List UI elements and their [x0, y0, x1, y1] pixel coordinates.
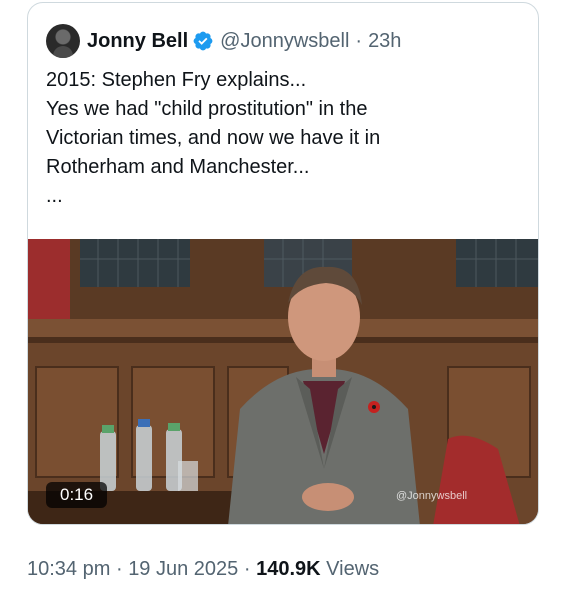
tweet-meta-row: 10:34 pm · 19 Jun 2025 · 140.9K Views — [27, 558, 379, 581]
meta-separator: · — [115, 558, 123, 580]
author-avatar[interactable] — [46, 24, 80, 58]
tweet-text-line: Victorian times, and now we have it in — [46, 127, 381, 149]
post-time[interactable]: 10:34 pm — [27, 558, 110, 580]
meta-separator: · — [243, 558, 251, 580]
author-handle[interactable]: @Jonnywsbell — [220, 30, 349, 53]
tweet-text: 2015: Stephen Fry explains... Yes we had… — [46, 66, 526, 211]
tweet-text-line: 2015: Stephen Fry explains... — [46, 69, 307, 91]
post-timestamp[interactable]: 23h — [368, 30, 401, 53]
separator-dot: · — [355, 29, 363, 52]
author-row: Jonny Bell @Jonnywsbell · 23h — [46, 23, 401, 59]
quoted-tweet-card[interactable]: Jonny Bell @Jonnywsbell · 23h 2015: Step… — [27, 2, 539, 525]
tweet-text-line: ... — [46, 185, 63, 207]
post-date[interactable]: 19 Jun 2025 — [128, 558, 238, 580]
views-count[interactable]: 140.9K — [256, 558, 321, 580]
tweet-text-line: Yes we had "child prostitution" in the — [46, 98, 368, 120]
verified-badge-icon — [193, 31, 213, 51]
video-watermark: @Jonnywsbell — [396, 490, 468, 502]
views-label[interactable]: Views — [326, 558, 379, 580]
video-duration-badge: 0:16 — [46, 482, 108, 508]
tweet-text-line: Rotherham and Manchester... — [46, 156, 310, 178]
video-frame — [28, 239, 538, 524]
author-name[interactable]: Jonny Bell — [87, 30, 188, 53]
video-player[interactable]: 0:16 @Jonnywsbell — [28, 239, 538, 524]
